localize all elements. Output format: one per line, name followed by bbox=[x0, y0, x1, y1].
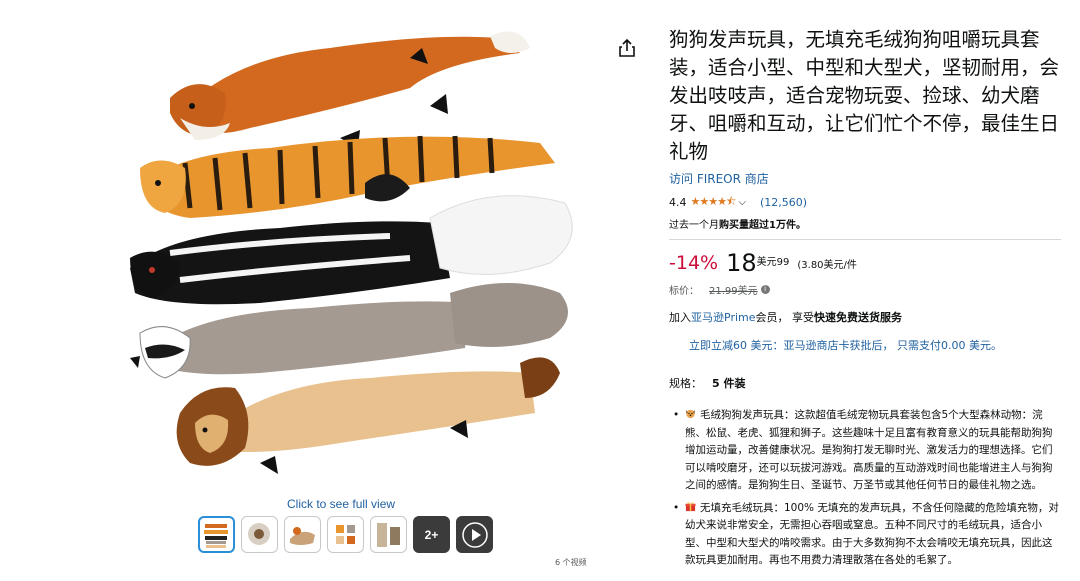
thumbnail-4[interactable] bbox=[327, 516, 364, 553]
play-icon bbox=[461, 521, 488, 548]
bullet-text: 无填充毛绒玩具：100% 无填充的发声玩具，不含任何隐藏的危险填充物，对幼犬来说… bbox=[685, 501, 1059, 567]
discount-percent: -14% bbox=[669, 252, 719, 274]
product-details: 狗狗发声玩具，无填充毛绒狗狗咀嚼玩具套装，适合小型、中型和大型犬，坚韧耐用，会发… bbox=[669, 26, 1061, 575]
thumbnail-1[interactable] bbox=[198, 516, 235, 553]
price-fraction: 美元99 bbox=[756, 257, 790, 268]
thumbnail-image bbox=[204, 524, 228, 548]
list-price-label: 标价： bbox=[669, 286, 699, 297]
store-link[interactable]: 访问 FIREOR 商店 bbox=[669, 170, 1061, 187]
spec-label: 规格： bbox=[669, 377, 702, 390]
thumbnail-image bbox=[248, 523, 270, 545]
thumbnail-5[interactable] bbox=[370, 516, 407, 553]
see-full-view-link[interactable]: Click to see full view bbox=[287, 497, 395, 511]
store-card-offer-link[interactable]: 立即立减60 美元：亚马逊商店卡获批后， 只需支付0.00 美元。 bbox=[669, 337, 1061, 353]
price-row: -14% 18 美元99 (3.80美元/件 bbox=[669, 250, 1061, 276]
list-item: 毛绒狗狗发声玩具：这款超值毛绒宠物玩具套装包含5个大型森林动物：浣熊、松鼠、老虎… bbox=[669, 407, 1059, 495]
prime-mid: 会员， 享受 bbox=[755, 311, 815, 324]
thumbnail-image bbox=[377, 523, 400, 547]
price-whole: 18 bbox=[726, 249, 757, 277]
image-gallery: Click to see full view 2+ 6 个视频 bbox=[100, 0, 590, 581]
prime-bold: 快速免费送货服务 bbox=[814, 311, 903, 324]
bullet-text: 毛绒狗狗发声玩具：这款超值毛绒宠物玩具套装包含5个大型森林动物：浣熊、松鼠、老虎… bbox=[685, 409, 1053, 491]
thumbnail-2[interactable] bbox=[241, 516, 278, 553]
spec-row: 规格： 5 件装 bbox=[669, 375, 1061, 391]
bought-amount: 购买量超过1万件。 bbox=[719, 220, 806, 231]
unit-price: (3.80美元/件 bbox=[797, 260, 857, 271]
list-price-row: 标价： 21.99美元 i bbox=[669, 282, 1061, 297]
info-icon[interactable]: i bbox=[760, 285, 770, 294]
thumbnail-more-images[interactable]: 2+ bbox=[413, 516, 450, 553]
video-count-caption: 6 个视频 bbox=[555, 558, 587, 567]
star-rating-icon[interactable]: ★★★★⯪ bbox=[691, 193, 737, 212]
thumbnail-image bbox=[336, 525, 355, 544]
spec-value: 5 件装 bbox=[712, 377, 746, 390]
share-icon[interactable] bbox=[618, 38, 636, 58]
thumbnail-image bbox=[290, 527, 315, 545]
list-item: 无填充毛绒玩具：100% 无填充的发声玩具，不含任何隐藏的危险填充物，对幼犬来说… bbox=[669, 500, 1059, 570]
chevron-down-icon[interactable]: ⌵ bbox=[738, 197, 746, 208]
product-main-image[interactable] bbox=[110, 18, 580, 496]
prime-link[interactable]: 亚马逊Prime bbox=[691, 311, 756, 324]
thumbnail-3[interactable] bbox=[284, 516, 321, 553]
thumbnail-video[interactable] bbox=[456, 516, 493, 553]
thumbnail-strip: 2+ bbox=[198, 516, 493, 553]
lion-toy-image bbox=[176, 357, 560, 474]
prime-offer: 加入亚马逊Prime会员， 享受快速免费送货服务 bbox=[669, 309, 1061, 325]
divider bbox=[669, 239, 1061, 240]
rating-row: 4.4 ★★★★⯪ ⌵ (12,560) bbox=[669, 193, 1061, 212]
rating-value: 4.4 bbox=[669, 196, 687, 209]
bought-in-past-month: 过去一个月购买量超过1万件。 bbox=[669, 216, 1061, 231]
fox-toy-image bbox=[170, 31, 530, 148]
more-images-badge: 2+ bbox=[424, 527, 439, 542]
list-price: 21.99美元 bbox=[709, 286, 758, 297]
prime-prefix: 加入 bbox=[669, 311, 691, 324]
product-title: 狗狗发声玩具，无填充毛绒狗狗咀嚼玩具套装，适合小型、中型和大型犬，坚韧耐用，会发… bbox=[669, 28, 1060, 163]
gift-icon bbox=[685, 501, 696, 511]
dog-face-icon bbox=[685, 409, 696, 419]
bought-prefix: 过去一个月 bbox=[669, 220, 719, 231]
feature-bullets: 毛绒狗狗发声玩具：这款超值毛绒宠物玩具套装包含5个大型森林动物：浣熊、松鼠、老虎… bbox=[669, 407, 1061, 570]
rating-count-link[interactable]: (12,560) bbox=[760, 196, 807, 209]
